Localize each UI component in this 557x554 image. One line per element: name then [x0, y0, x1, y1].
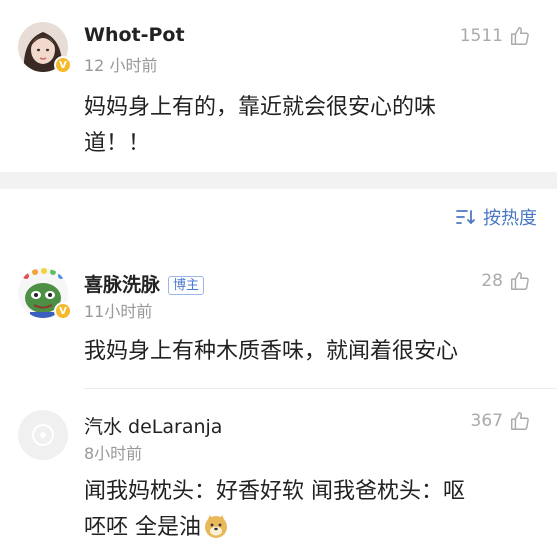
comment-line: 道！！: [84, 131, 151, 156]
verified-icon: V: [54, 56, 72, 74]
default-avatar-icon: [18, 410, 68, 460]
like-count: 1511: [459, 26, 503, 46]
username[interactable]: 喜脉洗脉 博主: [84, 270, 205, 297]
username[interactable]: Whot-Pot: [84, 24, 185, 46]
thumbs-up-icon: [511, 272, 529, 290]
avatar[interactable]: [18, 410, 68, 460]
author-badge: 博主: [168, 276, 205, 295]
timestamp: 11小时前: [84, 302, 153, 321]
comment-content: 闻我妈枕头：好香好软 闻我爸枕头：呕 呸呸 全是油: [84, 474, 465, 546]
like-button[interactable]: 1511: [460, 25, 531, 47]
avatar[interactable]: V: [18, 22, 72, 74]
like-count: 28: [481, 271, 503, 291]
avatar[interactable]: V: [18, 268, 72, 320]
comment-content: 妈妈身上有的，靠近就会很安心的味 道！！: [84, 90, 436, 162]
comment-divider: [84, 388, 557, 389]
like-button[interactable]: 28: [481, 270, 531, 292]
username[interactable]: 汽水 deLaranja: [84, 412, 222, 439]
username-text: 喜脉洗脉: [84, 274, 161, 296]
sort-label: 按热度: [483, 208, 537, 229]
section-divider-band: [0, 172, 557, 189]
verified-icon: V: [54, 302, 72, 320]
comment-content: 我妈身上有种木质香味，就闻着很安心: [84, 339, 459, 364]
comment-line: 闻我妈枕头：好香好软 闻我爸枕头：呕: [84, 479, 465, 504]
comment-line: 妈妈身上有的，靠近就会很安心的味: [84, 95, 437, 120]
doge-emoji-icon: [205, 515, 227, 538]
like-button[interactable]: 367: [471, 410, 531, 432]
comment-line-text: 呸呸 全是油: [84, 515, 201, 540]
sort-button[interactable]: 按热度: [455, 204, 537, 230]
top-comment: V Whot-Pot 12 小时前 1511 妈妈身上有的，靠近就会很安心的味 …: [0, 0, 557, 172]
like-count: 367: [470, 411, 503, 431]
thumbs-up-icon: [511, 412, 529, 430]
timestamp: 12 小时前: [84, 56, 158, 75]
sort-icon: [456, 210, 475, 225]
thumbs-up-icon: [511, 27, 529, 45]
timestamp: 8小时前: [84, 444, 143, 463]
comment-line: 呸呸 全是油: [84, 510, 465, 546]
